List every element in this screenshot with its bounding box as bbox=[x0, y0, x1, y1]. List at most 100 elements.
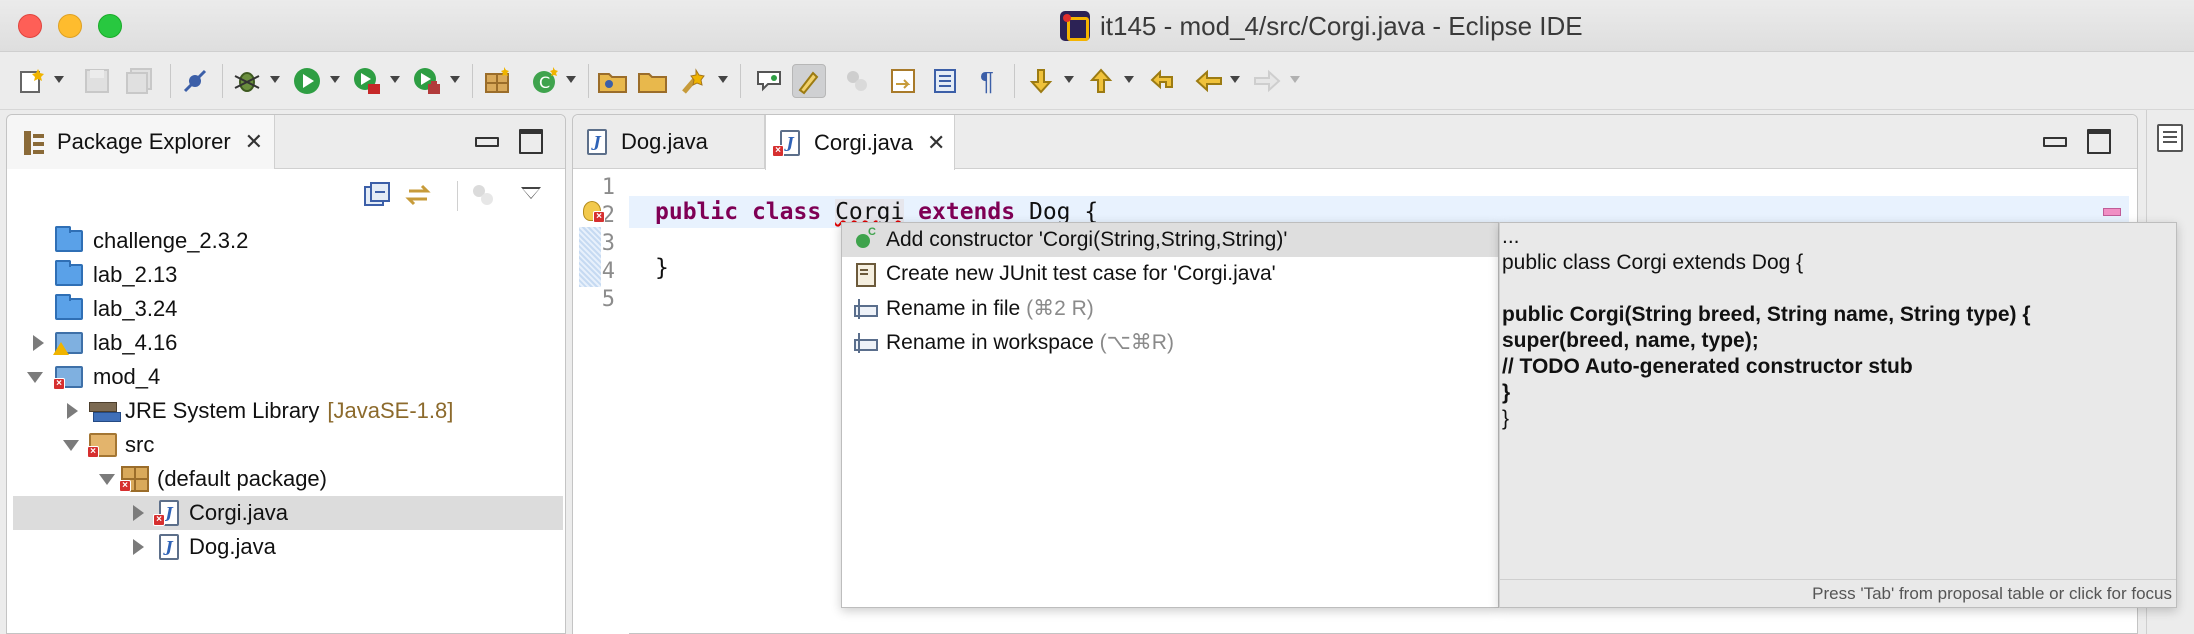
package-explorer-tabbar: Package Explorer ✕ bbox=[7, 115, 565, 169]
toggle-breadcrumb-icon[interactable] bbox=[752, 64, 786, 98]
back-icon[interactable] bbox=[1192, 64, 1226, 98]
previous-annotation-dropdown[interactable] bbox=[1124, 76, 1134, 83]
constructor-icon bbox=[854, 226, 876, 251]
minimize-window-button[interactable] bbox=[58, 14, 82, 38]
maximize-view-button[interactable] bbox=[517, 127, 543, 154]
eclipse-app-icon bbox=[1060, 11, 1090, 41]
search-dropdown[interactable] bbox=[718, 76, 728, 83]
junit-test-icon bbox=[854, 263, 876, 287]
overview-ruler-error-marker[interactable] bbox=[2103, 208, 2121, 216]
next-edit-icon[interactable] bbox=[886, 64, 920, 98]
expand-icon[interactable] bbox=[133, 539, 144, 555]
tree-item-label: src bbox=[125, 432, 155, 457]
close-icon[interactable]: ✕ bbox=[245, 129, 263, 155]
run-icon[interactable] bbox=[290, 64, 324, 98]
debug-icon[interactable] bbox=[230, 64, 264, 98]
collapse-icon[interactable] bbox=[99, 474, 115, 485]
link-with-editor-icon[interactable] bbox=[405, 181, 435, 214]
next-annotation-dropdown[interactable] bbox=[1064, 76, 1074, 83]
open-type-icon[interactable] bbox=[596, 64, 630, 98]
close-icon[interactable]: ✕ bbox=[927, 130, 945, 156]
focus-on-active-task-icon[interactable] bbox=[469, 181, 497, 214]
warning-badge-icon bbox=[53, 342, 69, 355]
tab-corgi-java[interactable]: J × Corgi.java ✕ bbox=[765, 115, 955, 170]
proposal-rename-in-file[interactable]: Rename in file (⌘2 R) bbox=[842, 291, 1498, 325]
back-dropdown[interactable] bbox=[1230, 76, 1240, 83]
minimize-editor-button[interactable] bbox=[2041, 127, 2067, 151]
proposal-label: Add constructor 'Corgi(String,String,Str… bbox=[886, 228, 1288, 251]
tree-item-suffix: [JavaSE-1.8] bbox=[327, 398, 454, 423]
tree-item-label: challenge_2.3.2 bbox=[93, 228, 249, 253]
external-tools-dropdown[interactable] bbox=[450, 76, 460, 83]
pilcrow-icon[interactable]: ¶ bbox=[970, 64, 1004, 98]
forward-icon[interactable] bbox=[1250, 64, 1284, 98]
tree-item-dog-java[interactable]: J Dog.java bbox=[13, 530, 563, 564]
new-icon[interactable] bbox=[16, 64, 50, 98]
toolbar-separator bbox=[457, 181, 458, 211]
external-tools-icon[interactable] bbox=[410, 64, 444, 98]
previous-annotation-icon[interactable] bbox=[1084, 64, 1118, 98]
collapse-icon[interactable] bbox=[63, 440, 79, 451]
coverage-dropdown[interactable] bbox=[390, 76, 400, 83]
new-dropdown[interactable] bbox=[54, 76, 64, 83]
mark-occurrences-icon[interactable] bbox=[792, 64, 826, 98]
proposal-add-constructor[interactable]: Add constructor 'Corgi(String,String,Str… bbox=[842, 223, 1498, 257]
outline-view-icon[interactable] bbox=[2157, 124, 2183, 152]
debug-dropdown[interactable] bbox=[270, 76, 280, 83]
expand-icon[interactable] bbox=[133, 505, 144, 521]
new-class-dropdown[interactable] bbox=[566, 76, 576, 83]
coverage-icon[interactable] bbox=[350, 64, 384, 98]
code-line-4[interactable]: } bbox=[655, 255, 669, 281]
close-window-button[interactable] bbox=[18, 14, 42, 38]
collapse-icon[interactable] bbox=[27, 372, 43, 383]
proposal-create-junit[interactable]: Create new JUnit test case for 'Corgi.ja… bbox=[842, 257, 1498, 291]
run-dropdown[interactable] bbox=[330, 76, 340, 83]
expand-icon[interactable] bbox=[33, 335, 44, 351]
tree-item-label: JRE System Library bbox=[125, 398, 320, 423]
open-task-icon[interactable] bbox=[636, 64, 670, 98]
zoom-window-button[interactable] bbox=[98, 14, 122, 38]
block-selection-icon[interactable] bbox=[840, 64, 874, 98]
tree-item-challenge[interactable]: challenge_2.3.2 bbox=[13, 224, 563, 258]
java-file-icon: J bbox=[587, 129, 607, 155]
search-icon[interactable] bbox=[678, 64, 712, 98]
new-java-class-icon[interactable]: C bbox=[528, 64, 562, 98]
toolbar-separator bbox=[472, 64, 473, 98]
window-title-text: it145 - mod_4/src/Corgi.java - Eclipse I… bbox=[1100, 10, 1583, 41]
next-annotation-icon[interactable] bbox=[1024, 64, 1058, 98]
tree-item-lab-4-16[interactable]: lab_4.16 bbox=[13, 326, 563, 360]
preview-line-added: } bbox=[1502, 381, 1511, 404]
skip-breakpoints-icon[interactable] bbox=[178, 64, 212, 98]
tab-dog-java[interactable]: J Dog.java bbox=[573, 115, 765, 169]
last-edit-icon[interactable] bbox=[1146, 64, 1180, 98]
quick-fix-proposals-list: Add constructor 'Corgi(String,String,Str… bbox=[841, 222, 1499, 608]
tree-item-mod-4[interactable]: × mod_4 bbox=[13, 360, 563, 394]
show-whitespace-icon[interactable] bbox=[928, 64, 962, 98]
save-icon[interactable] bbox=[80, 64, 114, 98]
forward-dropdown[interactable] bbox=[1290, 76, 1300, 83]
quick-fix-lightbulb-icon[interactable]: × bbox=[581, 199, 607, 225]
java-file-icon: J bbox=[159, 534, 179, 560]
code-keyword: public bbox=[655, 199, 739, 225]
proposal-rename-in-workspace[interactable]: Rename in workspace (⌥⌘R) bbox=[842, 325, 1498, 359]
tree-item-label: mod_4 bbox=[93, 364, 161, 389]
tree-item-corgi-java[interactable]: J × Corgi.java bbox=[13, 496, 563, 530]
maximize-editor-button[interactable] bbox=[2085, 127, 2111, 154]
tree-item-src[interactable]: × src bbox=[13, 428, 563, 462]
new-java-package-icon[interactable] bbox=[480, 64, 514, 98]
expand-icon[interactable] bbox=[67, 403, 78, 419]
tree-item-jre-library[interactable]: JRE System Library [JavaSE-1.8] bbox=[13, 394, 563, 428]
package-explorer-view: Package Explorer ✕ challenge_2.3.2 lab_2… bbox=[6, 114, 566, 634]
line-number: 5 bbox=[601, 287, 615, 312]
tree-item-lab-2-13[interactable]: lab_2.13 bbox=[13, 258, 563, 292]
tree-item-default-package[interactable]: × (default package) bbox=[13, 462, 563, 496]
quick-fix-preview[interactable]: ... public class Corgi extends Dog { pub… bbox=[1499, 222, 2177, 608]
collapse-all-icon[interactable] bbox=[363, 181, 391, 214]
tab-package-explorer[interactable]: Package Explorer ✕ bbox=[7, 115, 275, 169]
minimize-view-button[interactable] bbox=[473, 127, 499, 151]
preview-line-added: public Corgi(String breed, String name, … bbox=[1502, 303, 2031, 326]
tab-label: Dog.java bbox=[621, 129, 708, 154]
tab-label: Corgi.java bbox=[814, 129, 914, 155]
save-all-icon[interactable] bbox=[122, 64, 156, 98]
tree-item-lab-3-24[interactable]: lab_3.24 bbox=[13, 292, 563, 326]
